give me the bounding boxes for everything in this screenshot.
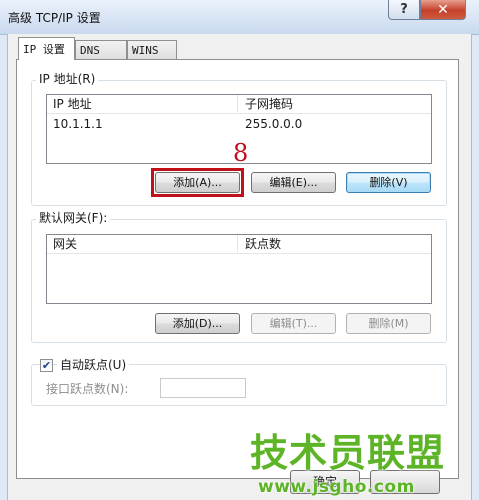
title-bar: 高级 TCP/IP 设置 ? ✕ <box>0 0 479 35</box>
help-icon: ? <box>400 2 408 17</box>
tab-label: DNS <box>80 44 100 57</box>
column-header-gateway[interactable]: 网关 <box>53 237 77 251</box>
tab-dns[interactable]: DNS <box>75 40 127 59</box>
tab-label: WINS <box>132 44 159 57</box>
checkmark-icon: ✔ <box>41 359 52 372</box>
delete-ip-button[interactable]: 删除(V) <box>346 172 431 193</box>
tab-ip-settings[interactable]: IP 设置 <box>18 37 75 60</box>
close-button[interactable]: ✕ <box>420 0 466 20</box>
column-header-mask[interactable]: 子网掩码 <box>245 97 293 111</box>
interface-metric-input[interactable] <box>160 378 246 398</box>
ip-list-header: IP 地址 子网掩码 <box>47 95 431 114</box>
step-number-annotation: 8 <box>233 139 249 167</box>
help-button[interactable]: ? <box>388 0 420 20</box>
ip-address-group-label: IP 地址(R) <box>36 72 99 86</box>
edit-ip-button[interactable]: 编辑(E)... <box>251 172 336 193</box>
close-icon: ✕ <box>437 1 449 18</box>
add-gateway-button[interactable]: 添加(D)... <box>155 313 240 334</box>
auto-metric-checkbox[interactable]: ✔ <box>40 359 53 372</box>
column-header-metric[interactable]: 跃点数 <box>245 237 281 251</box>
delete-gateway-button[interactable]: 删除(M) <box>346 313 431 334</box>
ip-list-row[interactable]: 10.1.1.1 255.0.0.0 <box>47 114 431 132</box>
gateway-list-header: 网关 跃点数 <box>47 235 431 254</box>
column-separator[interactable] <box>237 235 238 252</box>
auto-metric-label[interactable]: 自动跃点(U) <box>57 358 130 372</box>
gateway-group-label: 默认网关(F): <box>36 211 111 225</box>
add-ip-button[interactable]: 添加(A)... <box>155 172 240 193</box>
column-separator[interactable] <box>237 95 238 112</box>
tab-wins[interactable]: WINS <box>127 40 177 59</box>
column-header-ip[interactable]: IP 地址 <box>53 97 92 111</box>
subnet-mask-value: 255.0.0.0 <box>245 117 303 131</box>
watermark-url: www.jsgho.com <box>258 477 415 497</box>
gateway-list[interactable]: 网关 跃点数 <box>46 234 432 304</box>
window-title: 高级 TCP/IP 设置 <box>8 11 101 25</box>
watermark-logo-text: 技术员联盟 <box>250 431 446 475</box>
tab-label: IP 设置 <box>23 43 65 56</box>
ip-address-value: 10.1.1.1 <box>53 117 103 131</box>
edit-gateway-button[interactable]: 编辑(T)... <box>251 313 336 334</box>
interface-metric-label: 接口跃点数(N): <box>46 382 129 396</box>
